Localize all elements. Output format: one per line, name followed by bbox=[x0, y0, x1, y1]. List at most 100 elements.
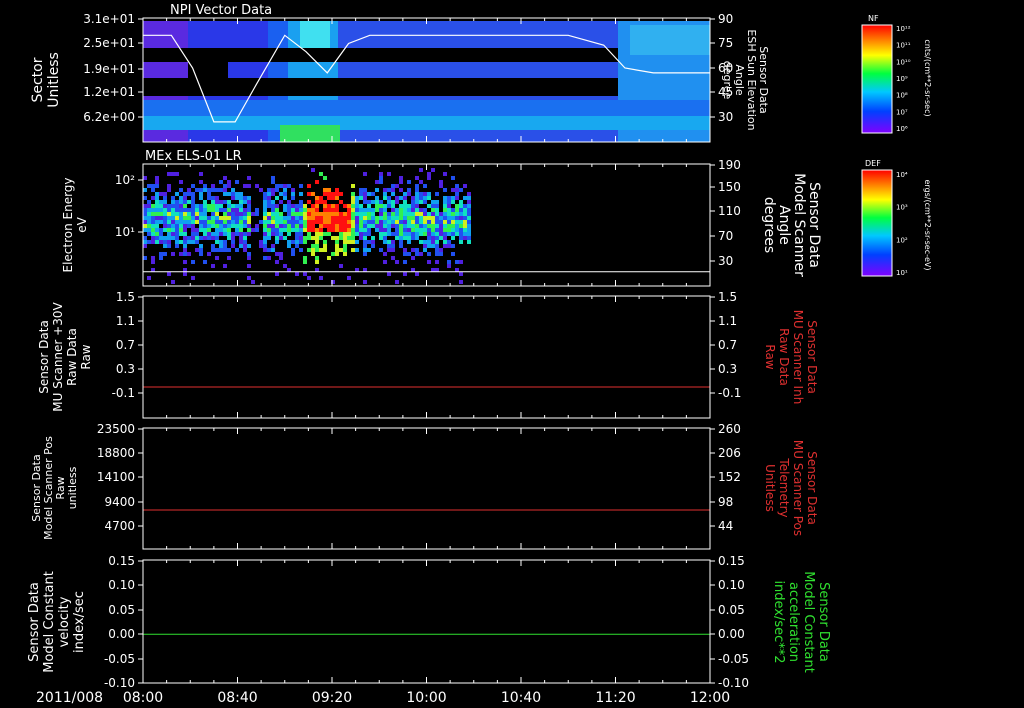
els-cell bbox=[335, 236, 339, 240]
right-tick-label: 44 bbox=[718, 519, 733, 533]
els-cell bbox=[187, 252, 191, 256]
els-cell bbox=[243, 196, 247, 200]
els-cell bbox=[363, 240, 367, 244]
els-cell bbox=[323, 192, 327, 196]
colorbar-npi-unit: cnts/(cm**2-sr-sec) bbox=[923, 39, 932, 116]
els-cell bbox=[143, 244, 147, 248]
els-cell bbox=[291, 216, 295, 220]
els-cell bbox=[215, 220, 219, 224]
els-cell bbox=[371, 244, 375, 248]
els-cell bbox=[403, 204, 407, 208]
right-tick-label: 75 bbox=[718, 36, 733, 50]
els-cell bbox=[323, 240, 327, 244]
els-cell bbox=[155, 236, 159, 240]
els-cell bbox=[391, 248, 395, 252]
els-cell bbox=[291, 204, 295, 208]
left-tick-label: 1.9e+01 bbox=[83, 62, 135, 76]
els-cell bbox=[211, 196, 215, 200]
els-cell bbox=[219, 244, 223, 248]
els-cell bbox=[363, 248, 367, 252]
els-cell bbox=[247, 264, 251, 268]
els-cell bbox=[455, 188, 459, 192]
els-cell bbox=[395, 228, 399, 232]
els-cell bbox=[331, 196, 335, 200]
y-label-els-line2: eV bbox=[75, 216, 89, 232]
els-cell bbox=[327, 196, 331, 200]
els-cell bbox=[395, 220, 399, 224]
els-cell bbox=[387, 244, 391, 248]
els-cell bbox=[299, 208, 303, 212]
els-cell bbox=[199, 236, 203, 240]
els-cell bbox=[143, 236, 147, 240]
els-cell bbox=[351, 192, 355, 196]
els-cell bbox=[155, 208, 159, 212]
right-tick-label: 1.5 bbox=[718, 290, 737, 304]
els-cell bbox=[143, 208, 147, 212]
els-cell bbox=[419, 212, 423, 216]
left-tick-label: 10² bbox=[115, 173, 135, 187]
els-cell bbox=[315, 228, 319, 232]
els-cell bbox=[335, 220, 339, 224]
els-cell bbox=[447, 264, 451, 268]
els-cell bbox=[451, 252, 455, 256]
els-cell bbox=[439, 216, 443, 220]
els-cell bbox=[427, 172, 431, 176]
els-cell bbox=[439, 184, 443, 188]
els-cell bbox=[143, 212, 147, 216]
els-cell bbox=[367, 224, 371, 228]
els-cell bbox=[311, 224, 315, 228]
els-cell bbox=[191, 236, 195, 240]
els-cell bbox=[163, 244, 167, 248]
els-cell bbox=[191, 224, 195, 228]
time-axis: 08:00 08:40 09:20 10:00 10:40 11:20 12:00 bbox=[123, 690, 730, 706]
els-cell bbox=[195, 236, 199, 240]
els-cell bbox=[419, 228, 423, 232]
els-cell bbox=[259, 220, 263, 224]
els-cell bbox=[303, 224, 307, 228]
els-cell bbox=[171, 236, 175, 240]
els-cell bbox=[451, 176, 455, 180]
els-cell bbox=[223, 220, 227, 224]
els-cell bbox=[411, 236, 415, 240]
els-cell bbox=[391, 232, 395, 236]
els-cell bbox=[355, 232, 359, 236]
els-cell bbox=[279, 252, 283, 256]
els-cell bbox=[423, 248, 427, 252]
els-cell bbox=[419, 220, 423, 224]
els-cell bbox=[351, 204, 355, 208]
els-cell bbox=[427, 212, 431, 216]
els-cell bbox=[363, 280, 367, 284]
els-cell bbox=[195, 204, 199, 208]
els-cell bbox=[267, 236, 271, 240]
els-cell bbox=[299, 236, 303, 240]
els-cell bbox=[219, 232, 223, 236]
els-cell bbox=[319, 236, 323, 240]
els-cell bbox=[275, 188, 279, 192]
els-cell bbox=[215, 216, 219, 220]
els-cell bbox=[199, 180, 203, 184]
els-cell bbox=[231, 220, 235, 224]
els-cell bbox=[227, 248, 231, 252]
els-cell bbox=[411, 196, 415, 200]
els-cell bbox=[207, 252, 211, 256]
y2-label-pos-line4: Unitless bbox=[763, 464, 777, 512]
els-cell bbox=[311, 212, 315, 216]
els-cell bbox=[383, 192, 387, 196]
right-tick-label: 0.10 bbox=[718, 578, 745, 592]
els-cell bbox=[399, 204, 403, 208]
els-cell bbox=[151, 188, 155, 192]
els-cell bbox=[351, 220, 355, 224]
els-cell bbox=[235, 192, 239, 196]
els-cell bbox=[443, 208, 447, 212]
els-cell bbox=[423, 184, 427, 188]
els-cell bbox=[187, 224, 191, 228]
els-cell bbox=[399, 240, 403, 244]
els-cell bbox=[447, 196, 451, 200]
els-cell bbox=[459, 204, 463, 208]
els-cell bbox=[375, 180, 379, 184]
els-cell bbox=[435, 240, 439, 244]
els-cell bbox=[143, 188, 147, 192]
els-cell bbox=[447, 208, 451, 212]
els-cell bbox=[167, 204, 171, 208]
els-cell bbox=[171, 280, 175, 284]
